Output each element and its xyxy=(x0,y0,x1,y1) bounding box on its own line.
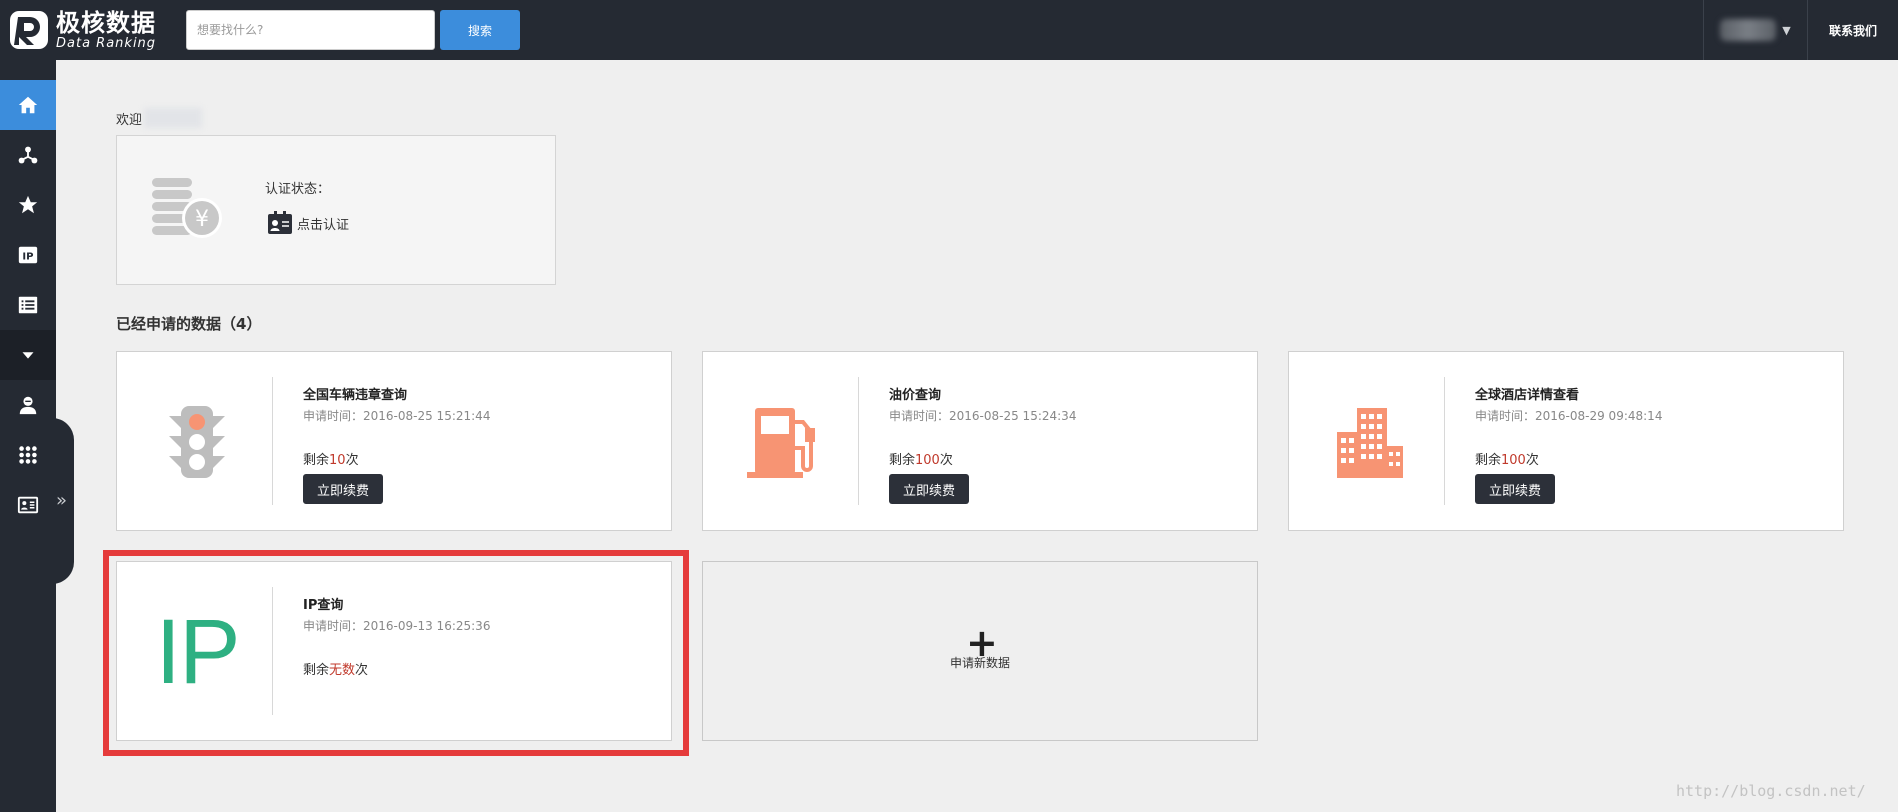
list-icon xyxy=(18,296,38,314)
contact-us-link[interactable]: 联系我们 xyxy=(1807,0,1898,60)
renew-button[interactable]: 立即续费 xyxy=(1475,474,1555,504)
svg-text:¥: ¥ xyxy=(195,207,209,232)
sidebar-item-list[interactable] xyxy=(0,280,56,330)
card-remaining: 剩余100次 xyxy=(1475,453,1539,468)
apply-new-data-card[interactable]: + 申请新数据 xyxy=(702,561,1258,741)
search-input[interactable] xyxy=(186,10,435,50)
verify-link-label: 点击认证 xyxy=(297,217,350,233)
card-divider xyxy=(272,377,273,505)
welcome-prefix: 欢迎 xyxy=(116,112,143,128)
auth-status-panel: ¥ 认证状态： 点击认证 xyxy=(116,135,556,285)
watermark: http://blog.csdn.net/ xyxy=(1676,782,1866,800)
gas-pump-icon xyxy=(729,388,837,496)
user-avatar xyxy=(1720,19,1777,41)
double-chevron-right-icon[interactable]: » xyxy=(56,490,67,511)
sidebar-item-user[interactable] xyxy=(0,380,56,430)
top-bar: 极核数据 Data Ranking 搜索 ▼ 联系我们 xyxy=(0,0,1898,60)
star-icon xyxy=(18,195,38,214)
caret-down-icon: ▼ xyxy=(1782,23,1791,37)
logo-cn-text: 极核数据 xyxy=(56,8,156,37)
card-divider xyxy=(858,377,859,505)
network-icon xyxy=(18,146,38,164)
card-title: 全球酒店详情查看 xyxy=(1475,388,1580,403)
welcome-text: 欢迎 xyxy=(116,108,203,128)
sidebar: IP xyxy=(0,60,56,812)
sidebar-item-home[interactable] xyxy=(0,80,56,130)
sidebar-item-favorites[interactable] xyxy=(0,180,56,230)
renew-button[interactable]: 立即续费 xyxy=(303,474,383,504)
blurred-username xyxy=(144,108,203,128)
id-badge-icon xyxy=(268,211,292,234)
brand-logo[interactable]: 极核数据 Data Ranking xyxy=(8,6,156,54)
ip-icon: IP xyxy=(18,246,38,264)
sidebar-dropdown-toggle[interactable] xyxy=(0,330,56,380)
building-icon xyxy=(1315,388,1423,496)
data-card: 油价查询 申请时间：2016-08-25 15:24:34 剩余100次 立即续… xyxy=(702,351,1258,531)
sidebar-item-network[interactable] xyxy=(0,130,56,180)
card-title: 油价查询 xyxy=(889,388,942,403)
logo-mark-icon xyxy=(10,11,48,49)
caret-down-icon xyxy=(22,352,34,359)
card-apply-time: 申请时间：2016-08-29 09:48:14 xyxy=(1475,409,1663,423)
logo-en-text: Data Ranking xyxy=(56,35,157,51)
svg-text:IP: IP xyxy=(22,252,33,263)
applied-data-title: 已经申请的数据（4） xyxy=(116,315,262,333)
id-card-icon xyxy=(17,496,39,514)
card-remaining: 剩余10次 xyxy=(303,453,359,468)
sidebar-item-id-card[interactable] xyxy=(0,480,56,530)
card-divider xyxy=(1444,377,1445,505)
home-icon xyxy=(18,96,38,114)
traffic-light-icon xyxy=(143,388,251,496)
sidebar-item-ip[interactable]: IP xyxy=(0,230,56,280)
user-icon xyxy=(19,396,37,415)
renew-button[interactable]: 立即续费 xyxy=(889,474,969,504)
verify-link[interactable]: 点击认证 xyxy=(267,211,349,235)
apps-grid-icon xyxy=(19,446,37,464)
auth-status-label: 认证状态： xyxy=(265,182,331,197)
data-card: 全球酒店详情查看 申请时间：2016-08-29 09:48:14 剩余100次… xyxy=(1288,351,1844,531)
highlight-box xyxy=(103,550,689,756)
card-apply-time: 申请时间：2016-08-25 15:24:34 xyxy=(889,409,1077,423)
user-menu[interactable]: ▼ xyxy=(1703,0,1807,60)
sidebar-item-apps[interactable] xyxy=(0,430,56,480)
data-card: 全国车辆违章查询 申请时间：2016-08-25 15:21:44 剩余10次 … xyxy=(116,351,672,531)
card-remaining: 剩余100次 xyxy=(889,453,953,468)
card-title: 全国车辆违章查询 xyxy=(303,388,408,403)
card-apply-time: 申请时间：2016-08-25 15:21:44 xyxy=(303,409,491,423)
apply-new-data-label: 申请新数据 xyxy=(949,656,1010,670)
coins-icon: ¥ xyxy=(152,178,222,238)
search-button[interactable]: 搜索 xyxy=(440,10,520,50)
